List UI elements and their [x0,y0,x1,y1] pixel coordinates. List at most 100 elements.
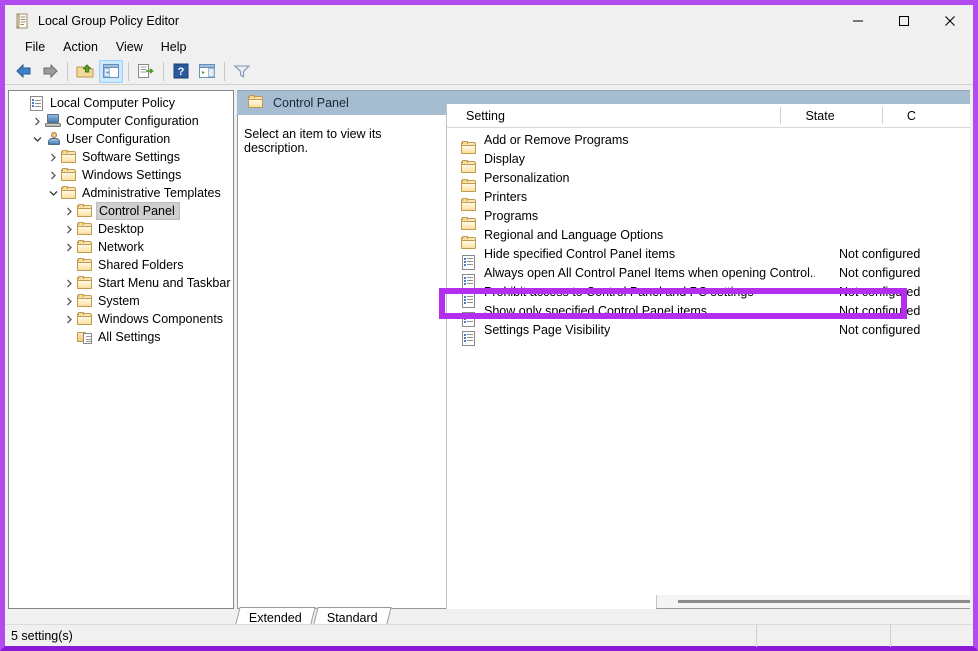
export-list-button[interactable] [134,60,158,83]
policy-document-icon [14,13,30,29]
tree-item-label: All Settings [98,330,161,344]
show-hide-action-pane-button[interactable] [195,60,219,83]
column-header-setting-label: Setting [466,108,505,123]
description-text: Select an item to view its description. [244,127,382,155]
settings-row-name: Settings Page Visibility [484,322,611,337]
filter-button[interactable] [230,60,254,83]
chevron-right-icon[interactable] [61,203,77,219]
chevron-down-icon[interactable] [29,131,45,147]
chevron-right-icon[interactable] [61,239,77,255]
tree-item-label: Windows Settings [82,168,182,182]
chevron-right-icon[interactable] [61,221,77,237]
chevron-right-icon[interactable] [61,275,77,291]
settings-row-name: Hide specified Control Panel items [484,246,676,261]
settings-row-state: Not configured [839,246,921,261]
toolbar-separator [163,61,164,81]
tree-item-software-settings[interactable]: Software Settings [9,148,233,166]
tree-item-label: Shared Folders [98,258,184,272]
toolbar-separator [67,61,68,81]
policy-document-icon [29,95,46,111]
menu-action[interactable]: Action [54,38,107,56]
settings-row-state: Not configured [839,303,921,318]
tree-item-computer-configuration[interactable]: Computer Configuration [9,112,233,130]
tree-item-start-menu-and-taskbar[interactable]: Start Menu and Taskbar [9,274,233,292]
chevron-right-icon[interactable] [45,167,61,183]
folder-icon [61,185,78,201]
content-pane: Control Panel Select an item to view its… [237,90,970,609]
user-icon [45,131,62,147]
tree-item-label: System [98,294,140,308]
menu-file[interactable]: File [16,38,54,56]
policy-tree: Local Computer Policy Computer Configurat… [9,91,233,346]
horizontal-scrollbar-thumb[interactable] [678,600,970,603]
settings-row[interactable]: Display [447,149,970,173]
settings-row[interactable]: Add or Remove Programs [447,130,970,154]
folder-icon [61,149,78,165]
close-button[interactable] [927,5,973,36]
status-cell-2 [757,624,891,647]
toolbar-separator [128,61,129,81]
tree-item-windows-settings[interactable]: Windows Settings [9,166,233,184]
svg-text:?: ? [178,66,185,78]
settings-row[interactable]: Hide specified Control Panel items Not co… [447,244,970,270]
column-header-setting[interactable]: Setting [447,104,782,128]
tree-item-label: Software Settings [82,150,180,164]
folder-icon [77,203,94,219]
settings-row[interactable]: Printers [447,187,970,211]
tree-item-system[interactable]: System [9,292,233,310]
settings-row[interactable]: Programs [447,206,970,230]
help-button[interactable]: ? [169,60,193,83]
description-pane: Select an item to view its description. [237,115,446,609]
tree-item-administrative-templates[interactable]: Administrative Templates [9,184,233,202]
tree-item-label: Control Panel [96,202,180,220]
show-hide-console-tree-button[interactable] [99,59,123,83]
tree-item-label: Desktop [98,222,144,236]
minimize-button[interactable] [835,5,881,36]
tree-item-local-computer-policy[interactable]: Local Computer Policy [9,94,233,112]
chevron-right-icon[interactable] [61,293,77,309]
settings-row[interactable]: Regional and Language Options [447,225,970,249]
column-header-comment-label: C [906,108,916,123]
settings-list-pane[interactable]: Setting State C Add or Remove Programs Di… [446,104,970,609]
list-header: Setting State C [447,104,970,128]
status-cell-count: 5 setting(s) [5,624,757,647]
menu-help[interactable]: Help [152,38,196,56]
tree-item-control-panel[interactable]: Control Panel [9,202,233,220]
column-header-state-label: State [805,108,835,123]
settings-row-name: Personalization [484,170,570,185]
settings-row[interactable]: Prohibit access to Control Panel and PC … [447,282,970,308]
main-area: Local Computer Policy Computer Configurat… [5,86,973,628]
settings-row[interactable]: Show only specified Control Panel items N… [447,301,970,327]
chevron-right-icon[interactable] [45,149,61,165]
tree-item-windows-components[interactable]: Windows Components [9,310,233,328]
column-header-comment[interactable]: C [883,104,970,128]
settings-row[interactable]: Settings Page Visibility Not configured [447,320,970,346]
folder-icon [248,94,264,112]
tree-item-label: User Configuration [66,132,171,146]
forward-button[interactable] [38,60,62,83]
tree-item-all-settings[interactable]: All Settings [9,328,233,346]
console-tree-pane[interactable]: Local Computer Policy Computer Configurat… [8,90,234,609]
column-header-state[interactable]: State [781,104,883,128]
back-button[interactable] [12,60,36,83]
tree-item-user-configuration[interactable]: User Configuration [9,130,233,148]
settings-row[interactable]: Always open All Control Panel Items when… [447,263,970,289]
menu-view[interactable]: View [107,38,152,56]
chevron-right-icon[interactable] [29,113,45,129]
settings-row-state: Not configured [839,284,921,299]
title-bar: Local Group Policy Editor [5,5,973,36]
chevron-right-icon[interactable] [61,311,77,327]
tree-item-shared-folders[interactable]: Shared Folders [9,256,233,274]
tree-item-network[interactable]: Network [9,238,233,256]
chevron-down-icon[interactable] [45,185,61,201]
maximize-button[interactable] [881,5,927,36]
folder-icon [77,221,94,237]
settings-row[interactable]: Personalization [447,168,970,192]
up-one-level-button[interactable] [73,60,97,83]
menu-bar: File Action View Help [5,36,973,58]
folder-icon [77,239,94,255]
tree-item-desktop[interactable]: Desktop [9,220,233,238]
status-cell-3 [891,625,973,647]
settings-row-name: Show only specified Control Panel items [484,303,708,318]
window-title: Local Group Policy Editor [38,13,180,28]
